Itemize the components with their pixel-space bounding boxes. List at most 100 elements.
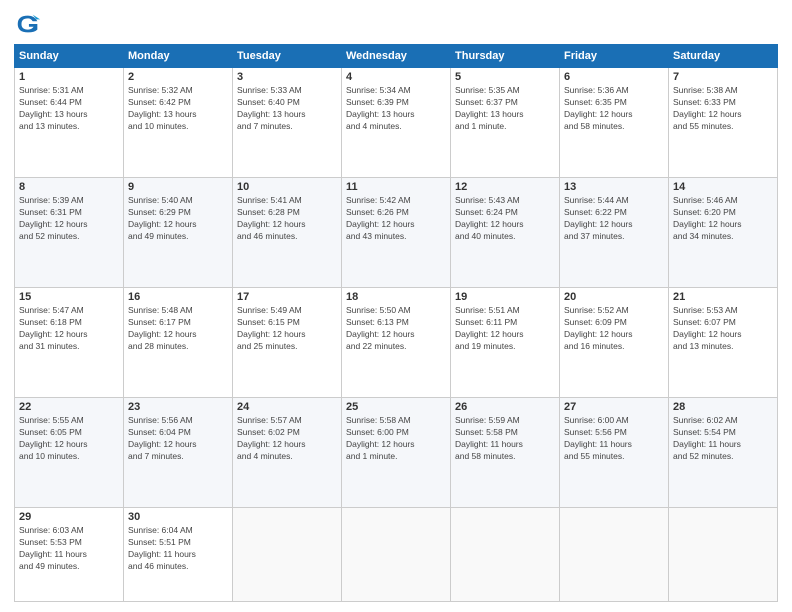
calendar-cell: 10 Sunrise: 5:41 AM Sunset: 6:28 PM Dayli… — [233, 178, 342, 288]
day-info: Sunrise: 5:31 AM Sunset: 6:44 PM Dayligh… — [19, 85, 119, 133]
day-info: Sunrise: 5:46 AM Sunset: 6:20 PM Dayligh… — [673, 195, 773, 243]
day-number: 7 — [673, 71, 773, 83]
calendar-cell: 6 Sunrise: 5:36 AM Sunset: 6:35 PM Daylig… — [560, 68, 669, 178]
day-number: 11 — [346, 181, 446, 193]
day-number: 13 — [564, 181, 664, 193]
calendar-cell: 15Sunrise: 5:47 AM Sunset: 6:18 PM Dayli… — [15, 288, 124, 398]
calendar-cell: 14Sunrise: 5:46 AM Sunset: 6:20 PM Dayli… — [669, 178, 778, 288]
calendar: SundayMondayTuesdayWednesdayThursdayFrid… — [14, 44, 778, 602]
day-number: 9 — [128, 181, 228, 193]
day-info: Sunrise: 6:02 AM Sunset: 5:54 PM Dayligh… — [673, 415, 773, 463]
day-number: 2 — [128, 71, 228, 83]
day-number: 18 — [346, 291, 446, 303]
day-header-monday: Monday — [124, 45, 233, 68]
calendar-cell: 1 Sunrise: 5:31 AM Sunset: 6:44 PM Daylig… — [15, 68, 124, 178]
calendar-cell: 22 Sunrise: 5:55 AM Sunset: 6:05 PM Dayli… — [15, 398, 124, 508]
day-number: 21 — [673, 291, 773, 303]
calendar-cell: 17 Sunrise: 5:49 AM Sunset: 6:15 PM Dayli… — [233, 288, 342, 398]
day-number: 25 — [346, 401, 446, 413]
day-number: 29 — [19, 511, 119, 523]
day-number: 20 — [564, 291, 664, 303]
day-number: 3 — [237, 71, 337, 83]
calendar-cell — [342, 508, 451, 602]
calendar-cell — [669, 508, 778, 602]
day-info: Sunrise: 5:49 AM Sunset: 6:15 PM Dayligh… — [237, 305, 337, 353]
day-number: 8 — [19, 181, 119, 193]
day-info: Sunrise: 6:00 AM Sunset: 5:56 PM Dayligh… — [564, 415, 664, 463]
day-number: 16 — [128, 291, 228, 303]
day-info: Sunrise: 5:48 AM Sunset: 6:17 PM Dayligh… — [128, 305, 228, 353]
day-info: Sunrise: 5:39 AM Sunset: 6:31 PM Dayligh… — [19, 195, 119, 243]
day-number: 28 — [673, 401, 773, 413]
calendar-cell — [560, 508, 669, 602]
day-info: Sunrise: 5:58 AM Sunset: 6:00 PM Dayligh… — [346, 415, 446, 463]
day-number: 12 — [455, 181, 555, 193]
day-number: 24 — [237, 401, 337, 413]
day-number: 30 — [128, 511, 228, 523]
calendar-cell: 16 Sunrise: 5:48 AM Sunset: 6:17 PM Dayli… — [124, 288, 233, 398]
day-number: 23 — [128, 401, 228, 413]
day-number: 19 — [455, 291, 555, 303]
day-info: Sunrise: 5:55 AM Sunset: 6:05 PM Dayligh… — [19, 415, 119, 463]
calendar-cell: 19 Sunrise: 5:51 AM Sunset: 6:11 PM Dayli… — [451, 288, 560, 398]
day-info: Sunrise: 5:53 AM Sunset: 6:07 PM Dayligh… — [673, 305, 773, 353]
day-info: Sunrise: 5:41 AM Sunset: 6:28 PM Dayligh… — [237, 195, 337, 243]
day-info: Sunrise: 6:03 AM Sunset: 5:53 PM Dayligh… — [19, 525, 119, 573]
day-info: Sunrise: 5:40 AM Sunset: 6:29 PM Dayligh… — [128, 195, 228, 243]
calendar-cell: 11 Sunrise: 5:42 AM Sunset: 6:26 PM Dayli… — [342, 178, 451, 288]
day-info: Sunrise: 5:36 AM Sunset: 6:35 PM Dayligh… — [564, 85, 664, 133]
day-info: Sunrise: 5:32 AM Sunset: 6:42 PM Dayligh… — [128, 85, 228, 133]
day-info: Sunrise: 5:52 AM Sunset: 6:09 PM Dayligh… — [564, 305, 664, 353]
calendar-cell: 30 Sunrise: 6:04 AM Sunset: 5:51 PM Dayli… — [124, 508, 233, 602]
calendar-cell: 25 Sunrise: 5:58 AM Sunset: 6:00 PM Dayli… — [342, 398, 451, 508]
day-info: Sunrise: 6:04 AM Sunset: 5:51 PM Dayligh… — [128, 525, 228, 573]
calendar-cell — [233, 508, 342, 602]
day-number: 17 — [237, 291, 337, 303]
day-info: Sunrise: 5:59 AM Sunset: 5:58 PM Dayligh… — [455, 415, 555, 463]
day-header-tuesday: Tuesday — [233, 45, 342, 68]
day-info: Sunrise: 5:51 AM Sunset: 6:11 PM Dayligh… — [455, 305, 555, 353]
day-info: Sunrise: 5:50 AM Sunset: 6:13 PM Dayligh… — [346, 305, 446, 353]
day-info: Sunrise: 5:34 AM Sunset: 6:39 PM Dayligh… — [346, 85, 446, 133]
day-header-sunday: Sunday — [15, 45, 124, 68]
calendar-cell: 24 Sunrise: 5:57 AM Sunset: 6:02 PM Dayli… — [233, 398, 342, 508]
day-number: 5 — [455, 71, 555, 83]
day-number: 27 — [564, 401, 664, 413]
calendar-cell: 21 Sunrise: 5:53 AM Sunset: 6:07 PM Dayli… — [669, 288, 778, 398]
calendar-cell: 4 Sunrise: 5:34 AM Sunset: 6:39 PM Daylig… — [342, 68, 451, 178]
day-header-thursday: Thursday — [451, 45, 560, 68]
calendar-cell — [451, 508, 560, 602]
day-info: Sunrise: 5:56 AM Sunset: 6:04 PM Dayligh… — [128, 415, 228, 463]
calendar-cell: 3 Sunrise: 5:33 AM Sunset: 6:40 PM Daylig… — [233, 68, 342, 178]
calendar-cell: 7 Sunrise: 5:38 AM Sunset: 6:33 PM Daylig… — [669, 68, 778, 178]
day-number: 10 — [237, 181, 337, 193]
calendar-cell: 29 Sunrise: 6:03 AM Sunset: 5:53 PM Dayli… — [15, 508, 124, 602]
day-number: 4 — [346, 71, 446, 83]
day-info: Sunrise: 5:47 AM Sunset: 6:18 PM Dayligh… — [19, 305, 119, 353]
calendar-cell: 18 Sunrise: 5:50 AM Sunset: 6:13 PM Dayli… — [342, 288, 451, 398]
day-number: 6 — [564, 71, 664, 83]
calendar-cell: 12 Sunrise: 5:43 AM Sunset: 6:24 PM Dayli… — [451, 178, 560, 288]
calendar-cell: 26 Sunrise: 5:59 AM Sunset: 5:58 PM Dayli… — [451, 398, 560, 508]
calendar-cell: 2 Sunrise: 5:32 AM Sunset: 6:42 PM Daylig… — [124, 68, 233, 178]
day-info: Sunrise: 5:57 AM Sunset: 6:02 PM Dayligh… — [237, 415, 337, 463]
day-info: Sunrise: 5:33 AM Sunset: 6:40 PM Dayligh… — [237, 85, 337, 133]
day-number: 26 — [455, 401, 555, 413]
day-number: 22 — [19, 401, 119, 413]
calendar-cell: 20 Sunrise: 5:52 AM Sunset: 6:09 PM Dayli… — [560, 288, 669, 398]
day-number: 1 — [19, 71, 119, 83]
day-info: Sunrise: 5:35 AM Sunset: 6:37 PM Dayligh… — [455, 85, 555, 133]
day-info: Sunrise: 5:38 AM Sunset: 6:33 PM Dayligh… — [673, 85, 773, 133]
day-header-wednesday: Wednesday — [342, 45, 451, 68]
calendar-cell: 27 Sunrise: 6:00 AM Sunset: 5:56 PM Dayli… — [560, 398, 669, 508]
day-header-friday: Friday — [560, 45, 669, 68]
calendar-cell: 8 Sunrise: 5:39 AM Sunset: 6:31 PM Daylig… — [15, 178, 124, 288]
day-info: Sunrise: 5:43 AM Sunset: 6:24 PM Dayligh… — [455, 195, 555, 243]
calendar-cell: 9 Sunrise: 5:40 AM Sunset: 6:29 PM Daylig… — [124, 178, 233, 288]
logo — [14, 10, 46, 38]
calendar-cell: 28 Sunrise: 6:02 AM Sunset: 5:54 PM Dayli… — [669, 398, 778, 508]
calendar-cell: 13Sunrise: 5:44 AM Sunset: 6:22 PM Dayli… — [560, 178, 669, 288]
day-info: Sunrise: 5:42 AM Sunset: 6:26 PM Dayligh… — [346, 195, 446, 243]
calendar-cell: 5 Sunrise: 5:35 AM Sunset: 6:37 PM Daylig… — [451, 68, 560, 178]
day-header-saturday: Saturday — [669, 45, 778, 68]
